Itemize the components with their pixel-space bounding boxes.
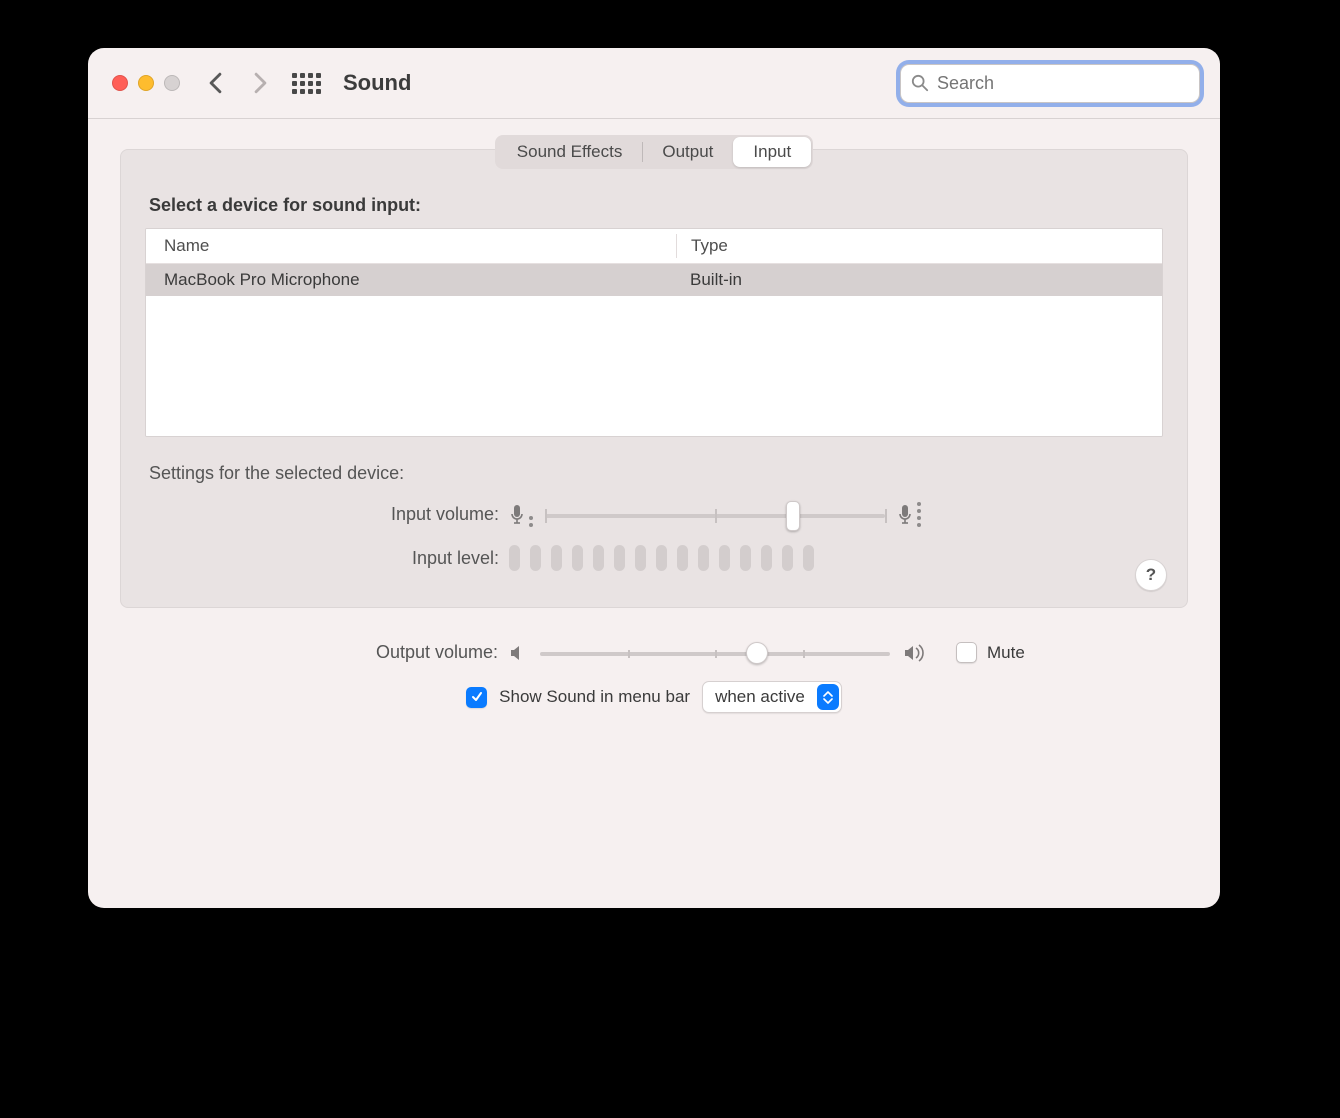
back-button[interactable] xyxy=(208,72,223,94)
search-input[interactable] xyxy=(935,72,1189,95)
menubar-row: Show Sound in menu bar when active xyxy=(120,681,1188,713)
input-device-table: Name Type MacBook Pro Microphone Built-i… xyxy=(145,228,1163,437)
empty-table-area xyxy=(146,296,1162,436)
device-type: Built-in xyxy=(676,268,1162,292)
tab-input[interactable]: Input xyxy=(733,137,811,167)
help-button[interactable]: ? xyxy=(1135,559,1167,591)
window-controls xyxy=(112,75,180,91)
output-volume-label: Output volume: xyxy=(120,642,508,663)
column-type[interactable]: Type xyxy=(676,234,1162,258)
popup-arrows-icon xyxy=(817,684,839,710)
bottom-controls: Output volume: xyxy=(88,624,1220,713)
column-name[interactable]: Name xyxy=(146,236,676,256)
device-name: MacBook Pro Microphone xyxy=(146,270,676,290)
tab-output[interactable]: Output xyxy=(642,137,733,167)
table-header: Name Type xyxy=(146,229,1162,264)
mute-label: Mute xyxy=(987,643,1025,663)
menubar-when-popup[interactable]: when active xyxy=(702,681,842,713)
output-volume-row: Output volume: xyxy=(120,642,1188,663)
window-title: Sound xyxy=(343,70,411,96)
search-icon xyxy=(911,74,929,92)
input-volume-row: Input volume: xyxy=(121,502,1187,527)
input-volume-slider[interactable] xyxy=(545,505,885,525)
input-level-row: Input level: xyxy=(121,545,1187,571)
popup-value: when active xyxy=(703,687,817,707)
speaker-high-icon xyxy=(902,643,928,663)
device-settings-heading: Settings for the selected device: xyxy=(149,463,1187,484)
minimize-window-button[interactable] xyxy=(138,75,154,91)
tab-sound-effects[interactable]: Sound Effects xyxy=(497,137,643,167)
show-in-menubar-checkbox[interactable] xyxy=(466,687,487,708)
device-row[interactable]: MacBook Pro Microphone Built-in xyxy=(146,264,1162,296)
input-volume-label: Input volume: xyxy=(121,504,509,525)
show-in-menubar-label: Show Sound in menu bar xyxy=(499,687,690,707)
tab-group: Sound Effects Output Input xyxy=(495,135,813,169)
input-level-meter xyxy=(509,545,814,571)
close-window-button[interactable] xyxy=(112,75,128,91)
input-panel: Sound Effects Output Input Select a devi… xyxy=(120,149,1188,608)
titlebar: Sound xyxy=(88,48,1220,119)
input-device-heading: Select a device for sound input: xyxy=(149,195,1187,216)
microphone-low-icon xyxy=(509,502,533,527)
nav-buttons xyxy=(208,72,268,94)
search-field[interactable] xyxy=(900,64,1200,103)
mute-checkbox[interactable] xyxy=(956,642,977,663)
output-volume-slider[interactable] xyxy=(540,643,890,663)
zoom-window-button[interactable] xyxy=(164,75,180,91)
forward-button[interactable] xyxy=(253,72,268,94)
microphone-high-icon xyxy=(897,502,921,527)
sound-preferences-window: Sound Sound Effects Output Input Select … xyxy=(88,48,1220,908)
input-level-label: Input level: xyxy=(121,548,509,569)
speaker-low-icon xyxy=(508,643,528,663)
show-all-button[interactable] xyxy=(292,73,321,94)
